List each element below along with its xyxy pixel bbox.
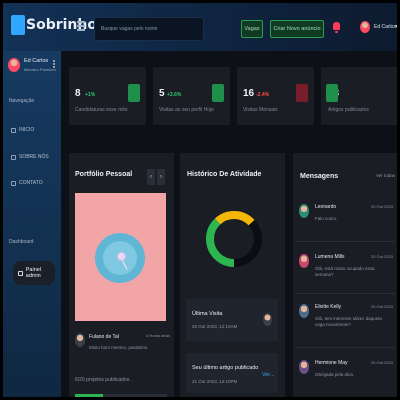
sidebar: Ed Carlos Membro Premium Navegação INICI… — [3, 51, 61, 397]
stat-delta: -2.4% — [256, 92, 270, 98]
progress-fill — [75, 394, 103, 397]
trend-down-icon — [296, 84, 308, 102]
sidebar-avatar — [8, 58, 20, 72]
message-text: Obrigada pela dica. — [315, 372, 355, 377]
see-more-link[interactable]: Ver... — [262, 372, 275, 378]
sidebar-item-contato[interactable]: CONTATO — [11, 178, 43, 188]
search-input[interactable]: Busque vagas pelo nome — [94, 17, 204, 41]
top-bar: Sobrinhos Busque vagas pelo nome Vagas C… — [3, 3, 397, 51]
sidebar-item-painel-admin[interactable]: Painel admin — [13, 261, 55, 285]
projects-count: 6/20 projetos publicados. — [75, 377, 131, 383]
sidebar-item-label: Painel admin — [25, 267, 42, 279]
message-date: 20 Out 2023 — [371, 204, 394, 209]
phone-icon — [11, 180, 16, 186]
message-text: Falo como. — [315, 216, 338, 221]
user-name[interactable]: Ed Carlos — [374, 24, 396, 30]
last-visit-card[interactable]: Última Visita 20 Out 2023, 12:10AM — [186, 299, 278, 341]
stat-label: Candidaturas esse mês — [75, 107, 128, 113]
app-window: Sobrinhos Busque vagas pelo nome Vagas C… — [0, 0, 400, 400]
message-text: Olá, está muito ocupado essa semana? — [315, 266, 375, 277]
portfolio-image[interactable] — [75, 193, 166, 321]
sidebar-item-label: SOBRE NÓS — [19, 154, 49, 160]
message-item[interactable]: Leonardo 20 Out 2023 Falo como. — [295, 199, 395, 243]
stat-card: 8 +1% Candidaturas esse mês — [69, 67, 146, 125]
sidebar-item-label: CONTATO — [19, 180, 43, 186]
sidebar-item-label: INICIO — [19, 127, 35, 133]
home-icon — [11, 127, 16, 133]
sidebar-item-sobre[interactable]: SOBRE NÓS — [11, 152, 49, 162]
trend-up-icon — [212, 84, 224, 102]
sender-avatar — [299, 204, 309, 218]
stat-card: 5 +3.6% Visitas ao seu perfil Hoje — [153, 67, 230, 125]
logo[interactable]: Sobrinhos — [11, 15, 105, 35]
last-visit-title: Última Visita — [192, 311, 223, 317]
stat-label: Visitas ao seu perfil Hoje — [159, 107, 214, 113]
vagas-button[interactable]: Vagas — [241, 20, 263, 38]
stat-card: 16 -2.4% Visitas Mensais — [237, 67, 314, 125]
hamburger-menu-icon[interactable] — [77, 21, 85, 31]
message-date: 20 Out 2023 — [371, 360, 394, 365]
prev-arrow-button[interactable]: ‹ — [147, 169, 155, 185]
sidebar-user-plan: Membro Premium — [24, 67, 56, 72]
activity-donut-chart — [206, 211, 262, 267]
stat-label: Visitas Mensais — [243, 107, 278, 113]
message-date: 20 Out 2023 — [371, 254, 394, 259]
sender-name: Hermione May — [315, 360, 348, 366]
avatar[interactable] — [360, 21, 370, 33]
stat-value: 8 — [75, 88, 81, 99]
message-item[interactable]: Hermione May 20 Out 2023 Obrigada pela d… — [295, 355, 395, 397]
progress-bar — [75, 394, 167, 397]
divider — [295, 241, 395, 242]
plate-shape — [95, 233, 145, 283]
divider — [295, 293, 395, 294]
stat-value: 16 — [243, 88, 255, 99]
portfolio-title: Portfólio Pessoal — [75, 171, 133, 178]
stat-delta: +3.6% — [167, 92, 182, 98]
create-ad-button[interactable]: Criar Novo anúncio — [270, 20, 324, 38]
chevron-down-icon[interactable] — [395, 25, 397, 28]
last-article-date: 21 Out 2023, 12:10PM — [192, 379, 238, 384]
sender-name: Leonardo — [315, 204, 337, 210]
sidebar-item-inicio[interactable]: INICIO — [11, 125, 34, 135]
logo-mark-icon — [11, 15, 25, 35]
sender-avatar — [299, 304, 309, 318]
next-arrow-button[interactable]: › — [157, 169, 165, 185]
author-avatar — [75, 333, 85, 347]
nav-section-label: Navegação — [9, 98, 35, 104]
message-item[interactable]: Eliotte Kelly 20 Out 2023 Olá, tem inter… — [295, 299, 395, 343]
comment-time: 4 Horas atrás — [146, 333, 171, 338]
last-visit-date: 20 Out 2023, 12:10AM — [192, 324, 238, 329]
see-all-messages-link[interactable]: Ver todas — [376, 173, 395, 178]
trend-up-icon — [128, 84, 140, 102]
author-name: Fulano de Tal — [89, 334, 119, 340]
message-text: Olá, tem interesse talvez daquela vaga n… — [315, 316, 382, 327]
notification-bell-icon[interactable] — [333, 22, 340, 33]
divider — [295, 347, 395, 348]
last-article-title: Seu último artigo publicado — [192, 365, 259, 371]
info-icon — [11, 154, 16, 160]
stat-value: 5 — [159, 88, 165, 99]
dashboard-icon — [18, 270, 23, 276]
more-options-icon[interactable] — [53, 60, 55, 69]
sender-avatar — [299, 360, 309, 374]
stat-delta: +1% — [85, 92, 96, 98]
comment-text: Muito bom mesmo, parabéns. — [89, 345, 149, 350]
dashboard-section-label: Dashboard — [9, 239, 34, 245]
message-item[interactable]: Lumena Mills 20 Out 2023 Olá, está muito… — [295, 249, 395, 293]
last-article-card[interactable]: Seu último artigo publicado 21 Out 2023,… — [186, 353, 278, 393]
sender-avatar — [299, 254, 309, 268]
messages-title: Mensagens — [300, 173, 339, 180]
sender-name: Eliotte Kelly — [315, 304, 342, 310]
stat-card: 23 Artigos publicados — [321, 67, 397, 125]
activity-title: Histórico De Atividade — [187, 171, 262, 178]
message-date: 20 Out 2023 — [371, 304, 394, 309]
visitor-avatar — [263, 313, 272, 326]
article-icon — [326, 84, 338, 102]
sidebar-user-name: Ed Carlos — [24, 58, 49, 64]
sender-name: Lumena Mills — [315, 254, 345, 260]
stat-label: Artigos publicados — [328, 107, 369, 113]
